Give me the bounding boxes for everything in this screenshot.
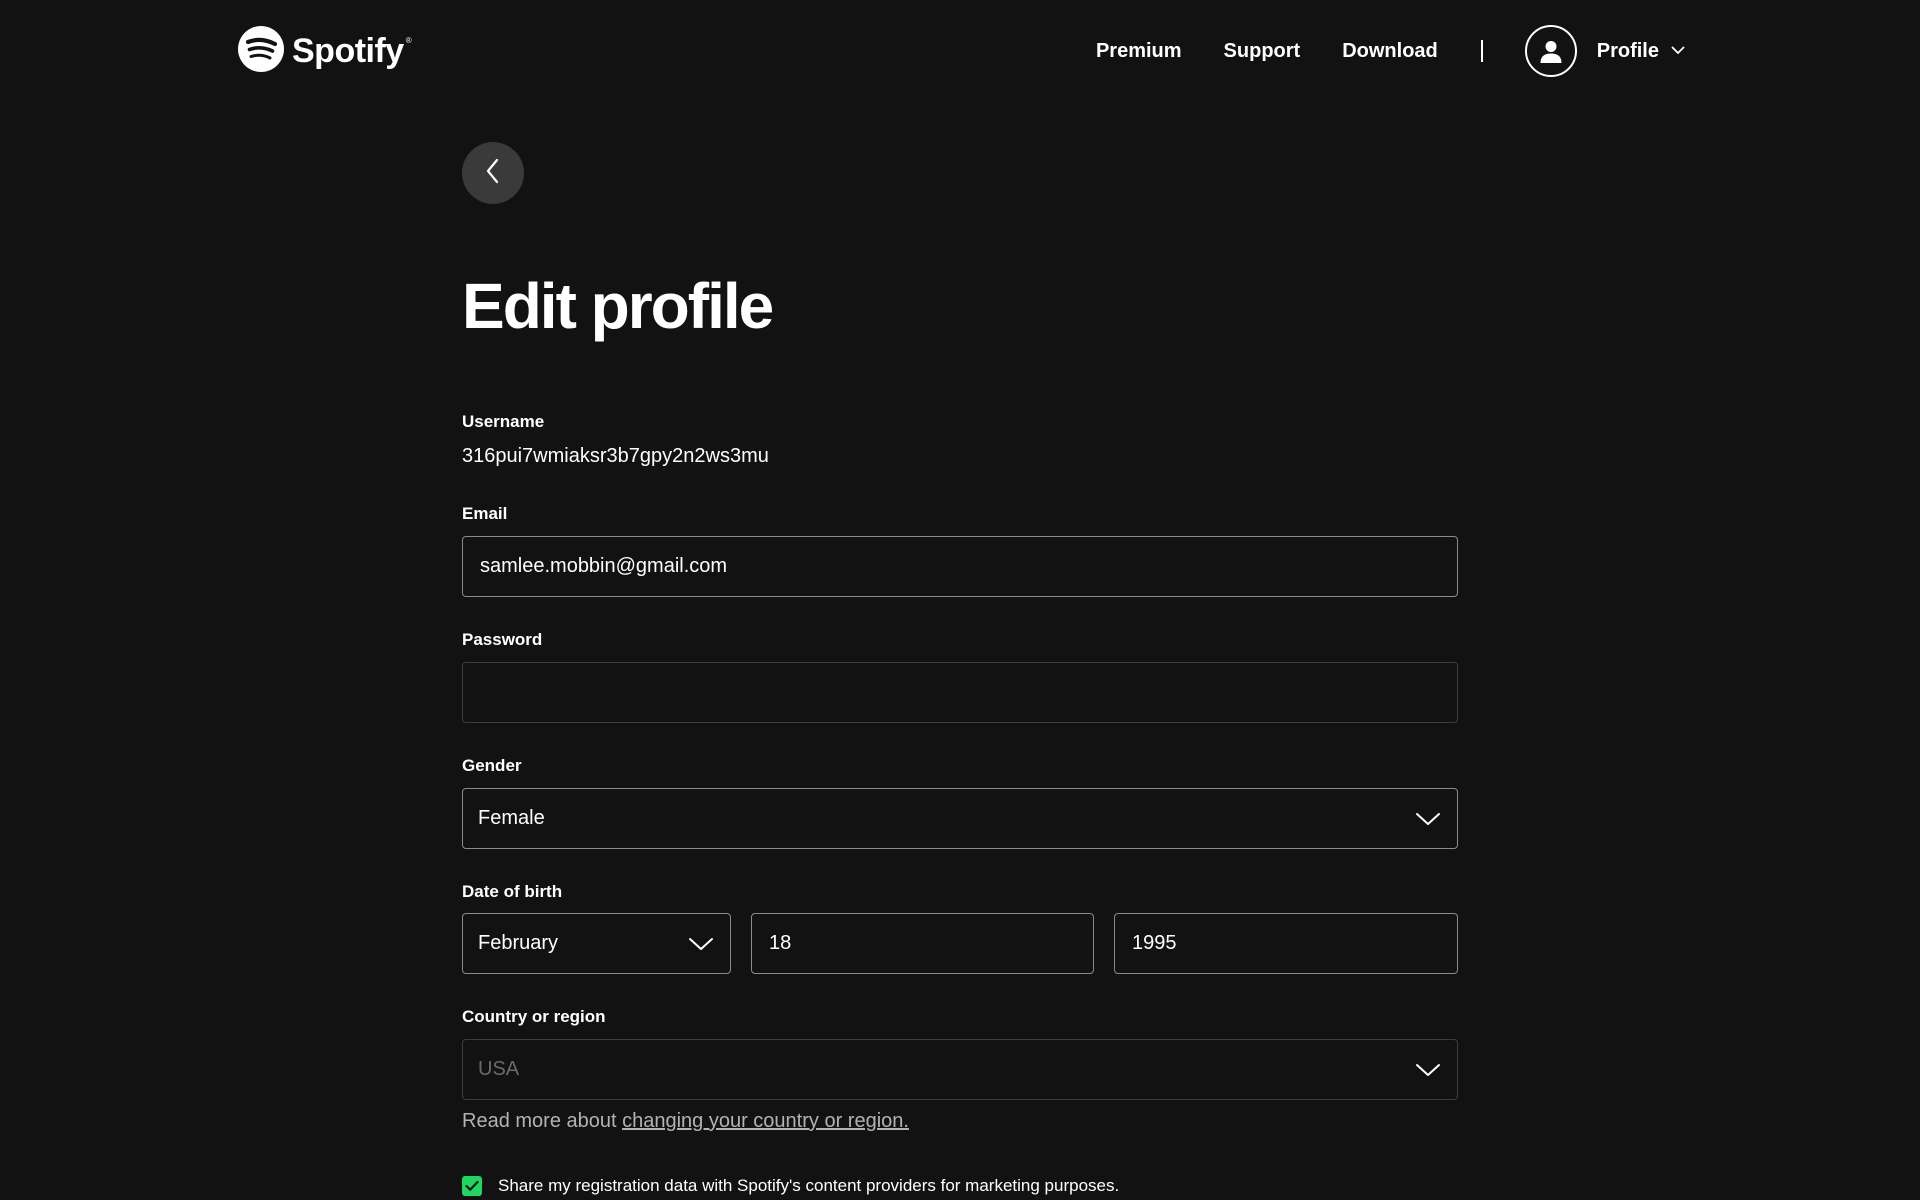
chevron-left-icon — [485, 158, 501, 189]
registered-mark: ® — [405, 36, 412, 45]
main-nav: Premium Support Download Profile — [1096, 25, 1685, 77]
change-country-link[interactable]: changing your country or region. — [622, 1110, 909, 1132]
password-label: Password — [462, 630, 543, 649]
email-input[interactable] — [478, 554, 1442, 579]
marketing-consent-checkbox[interactable] — [462, 1176, 482, 1196]
profile-label: Profile — [1596, 39, 1659, 62]
spotify-logo-icon — [238, 26, 284, 77]
dob-year-field[interactable] — [1114, 913, 1458, 974]
username-value: 316pui7wmiaksr3b7gpy2n2ws3mu — [462, 445, 769, 467]
nav-download-link[interactable]: Download — [1342, 40, 1438, 63]
gender-selected-value: Female — [478, 807, 545, 829]
gender-select[interactable]: Female — [462, 788, 1458, 849]
nav-divider — [1480, 40, 1483, 62]
spotify-logo[interactable]: Spotify ® — [238, 26, 412, 77]
dob-year-input[interactable] — [1130, 931, 1442, 956]
marketing-consent-label: Share my registration data with Spotify'… — [498, 1176, 1120, 1195]
password-field[interactable] — [462, 662, 1458, 723]
dob-day-input[interactable] — [767, 931, 1078, 956]
country-select[interactable]: USA — [462, 1039, 1458, 1100]
country-label: Country or region — [462, 1007, 606, 1026]
top-navigation: Spotify ® Premium Support Download Profi… — [0, 0, 1920, 100]
chevron-down-icon — [1414, 1061, 1442, 1079]
nav-support-link[interactable]: Support — [1224, 40, 1301, 63]
dob-day-field[interactable] — [751, 913, 1094, 974]
username-label: Username — [462, 412, 545, 431]
nav-premium-link[interactable]: Premium — [1096, 40, 1182, 63]
back-button[interactable] — [462, 142, 524, 204]
country-help-prefix: Read more about — [462, 1110, 623, 1132]
gender-label: Gender — [462, 756, 522, 775]
chevron-down-icon — [1414, 810, 1442, 828]
edit-profile-form: Edit profile Username 316pui7wmiaksr3b7g… — [462, 142, 1458, 1196]
country-selected-value: USA — [478, 1058, 520, 1080]
page-title: Edit profile — [462, 270, 774, 342]
dob-label: Date of birth — [462, 882, 563, 901]
chevron-down-icon — [1671, 42, 1685, 60]
logo-wordmark: Spotify — [292, 32, 404, 70]
dob-month-value: February — [478, 932, 559, 954]
country-help-text: Read more about changing your country or… — [462, 1110, 909, 1133]
profile-menu-button[interactable]: Profile — [1524, 25, 1685, 77]
marketing-consent-row: Share my registration data with Spotify'… — [462, 1176, 1119, 1196]
email-field[interactable] — [462, 536, 1458, 597]
email-label: Email — [462, 504, 508, 523]
user-icon — [1524, 25, 1577, 77]
dob-month-select[interactable]: February — [462, 913, 731, 974]
check-icon — [465, 1180, 479, 1191]
password-input[interactable] — [478, 680, 1442, 705]
chevron-down-icon — [687, 935, 715, 953]
